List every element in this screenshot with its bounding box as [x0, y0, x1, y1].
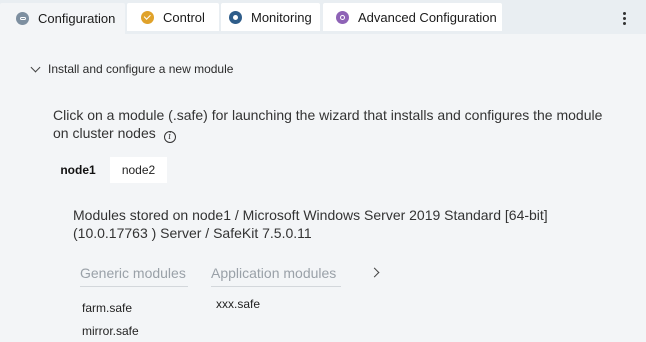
section-description: Click on a module (.safe) for launching … [53, 106, 613, 143]
tab-label: Configuration [38, 11, 116, 26]
more-vertical-icon[interactable] [614, 8, 634, 28]
tab-control[interactable]: Control [127, 3, 219, 31]
chevron-right-icon[interactable] [369, 266, 383, 280]
control-icon [141, 10, 154, 24]
module-farm[interactable]: farm.safe [82, 301, 132, 315]
monitoring-icon [229, 10, 242, 24]
chevron-down-icon [30, 62, 41, 72]
node-tab-node2[interactable]: node2 [110, 157, 167, 183]
info-icon[interactable]: i [163, 131, 176, 143]
tab-monitoring[interactable]: Monitoring [221, 3, 320, 31]
configuration-icon [16, 12, 29, 25]
tab-label: Advanced Configuration [358, 9, 497, 25]
section-title: Install and configure a new module [48, 62, 234, 76]
advanced-configuration-icon [336, 10, 349, 24]
tab-label: Control [163, 9, 205, 25]
tab-label: Monitoring [251, 9, 312, 25]
module-xxx[interactable]: xxx.safe [216, 297, 260, 311]
node-tab-node1[interactable]: node1 [54, 157, 102, 183]
divider [80, 286, 188, 287]
module-mirror[interactable]: mirror.safe [82, 324, 139, 338]
description-text: Click on a module (.safe) for launching … [53, 107, 603, 141]
tab-configuration[interactable]: Configuration [0, 3, 125, 34]
stored-modules-info: Modules stored on node1 / Microsoft Wind… [73, 207, 548, 241]
tab-advanced-configuration[interactable]: Advanced Configuration [323, 3, 502, 31]
section-toggle[interactable]: Install and configure a new module [30, 60, 233, 78]
divider [211, 286, 341, 287]
tab-bar: Configuration Control Monitoring Advance… [0, 0, 646, 34]
tab-application-modules[interactable]: Application modules [211, 263, 341, 283]
configuration-panel [0, 34, 646, 342]
tab-generic-modules[interactable]: Generic modules [80, 263, 188, 283]
